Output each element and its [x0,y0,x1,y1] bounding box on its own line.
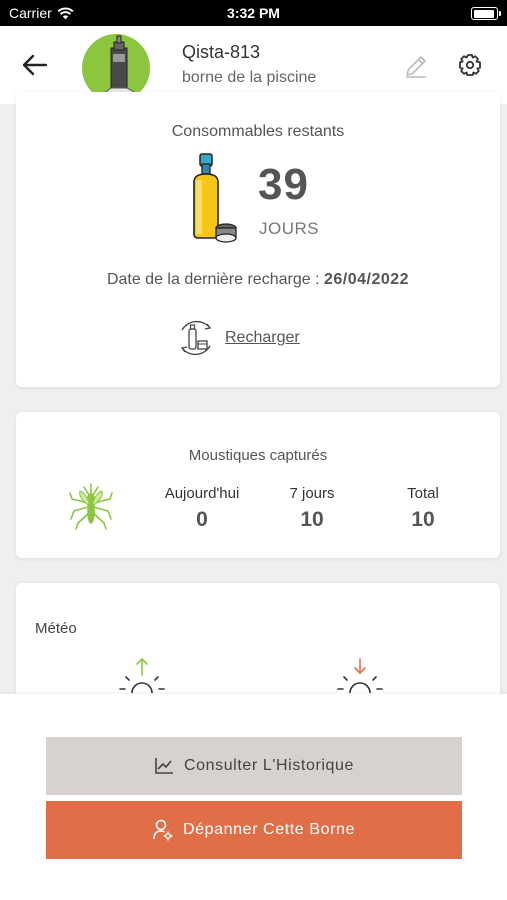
stat-total: Total 10 [368,485,478,532]
recharge-link[interactable]: Recharger [225,329,300,347]
weather-title: Météo [35,620,77,637]
days-remaining-unit: JOURS [259,219,320,238]
stat-total-label: Total [407,485,439,502]
stat-today-value: 0 [196,508,208,531]
device-name: Qista-813 [182,42,261,62]
stat-week-value: 10 [300,508,324,531]
repair-button-label: Dépanner Cette Borne [182,821,356,838]
last-recharge-label: Date de la dernière recharge : [106,271,320,288]
bottle-icon [193,153,237,243]
recharge-icon[interactable] [174,316,218,360]
chart-icon [155,758,173,774]
last-recharge-value: 26/04/2022 [323,271,410,288]
stat-week: 7 jours 10 [257,485,367,532]
back-arrow-icon[interactable] [20,52,50,78]
mosquito-icon [69,483,113,530]
history-button[interactable]: Consulter L'Historique [46,737,462,795]
consumables-card: Consommables restants 39 JOURS Date de l… [16,92,500,387]
stat-week-label: 7 jours [289,485,335,502]
stat-today: Aujourd'hui 0 [147,485,257,532]
mosquitoes-card: Moustiques capturés Aujourd'hui 0 7 jour… [16,412,500,558]
clock: 3:32 PM [227,5,280,21]
status-bar: Carrier 3:32 PM [0,0,507,26]
gear-icon[interactable] [456,51,484,79]
last-recharge-date: Date de la dernière recharge : 26/04/202… [16,271,500,289]
consumables-title: Consommables restants [171,123,345,140]
stat-today-label: Aujourd'hui [164,485,240,502]
bottom-action-panel: Consulter L'Historique Dépanner Cette Bo… [0,694,507,900]
device-location: borne de la piscine [182,69,317,86]
stat-total-value: 10 [411,508,435,531]
user-wrench-icon [153,819,173,841]
sunrise-icon [119,658,165,694]
battery-icon [471,7,501,20]
pencil-icon[interactable] [402,52,430,80]
mosquitoes-title: Moustiques capturés [188,447,328,464]
days-remaining-value: 39 [258,160,309,209]
sunset-icon [337,658,383,694]
repair-button[interactable]: Dépanner Cette Borne [46,801,462,859]
history-button-label: Consulter L'Historique [183,757,355,774]
